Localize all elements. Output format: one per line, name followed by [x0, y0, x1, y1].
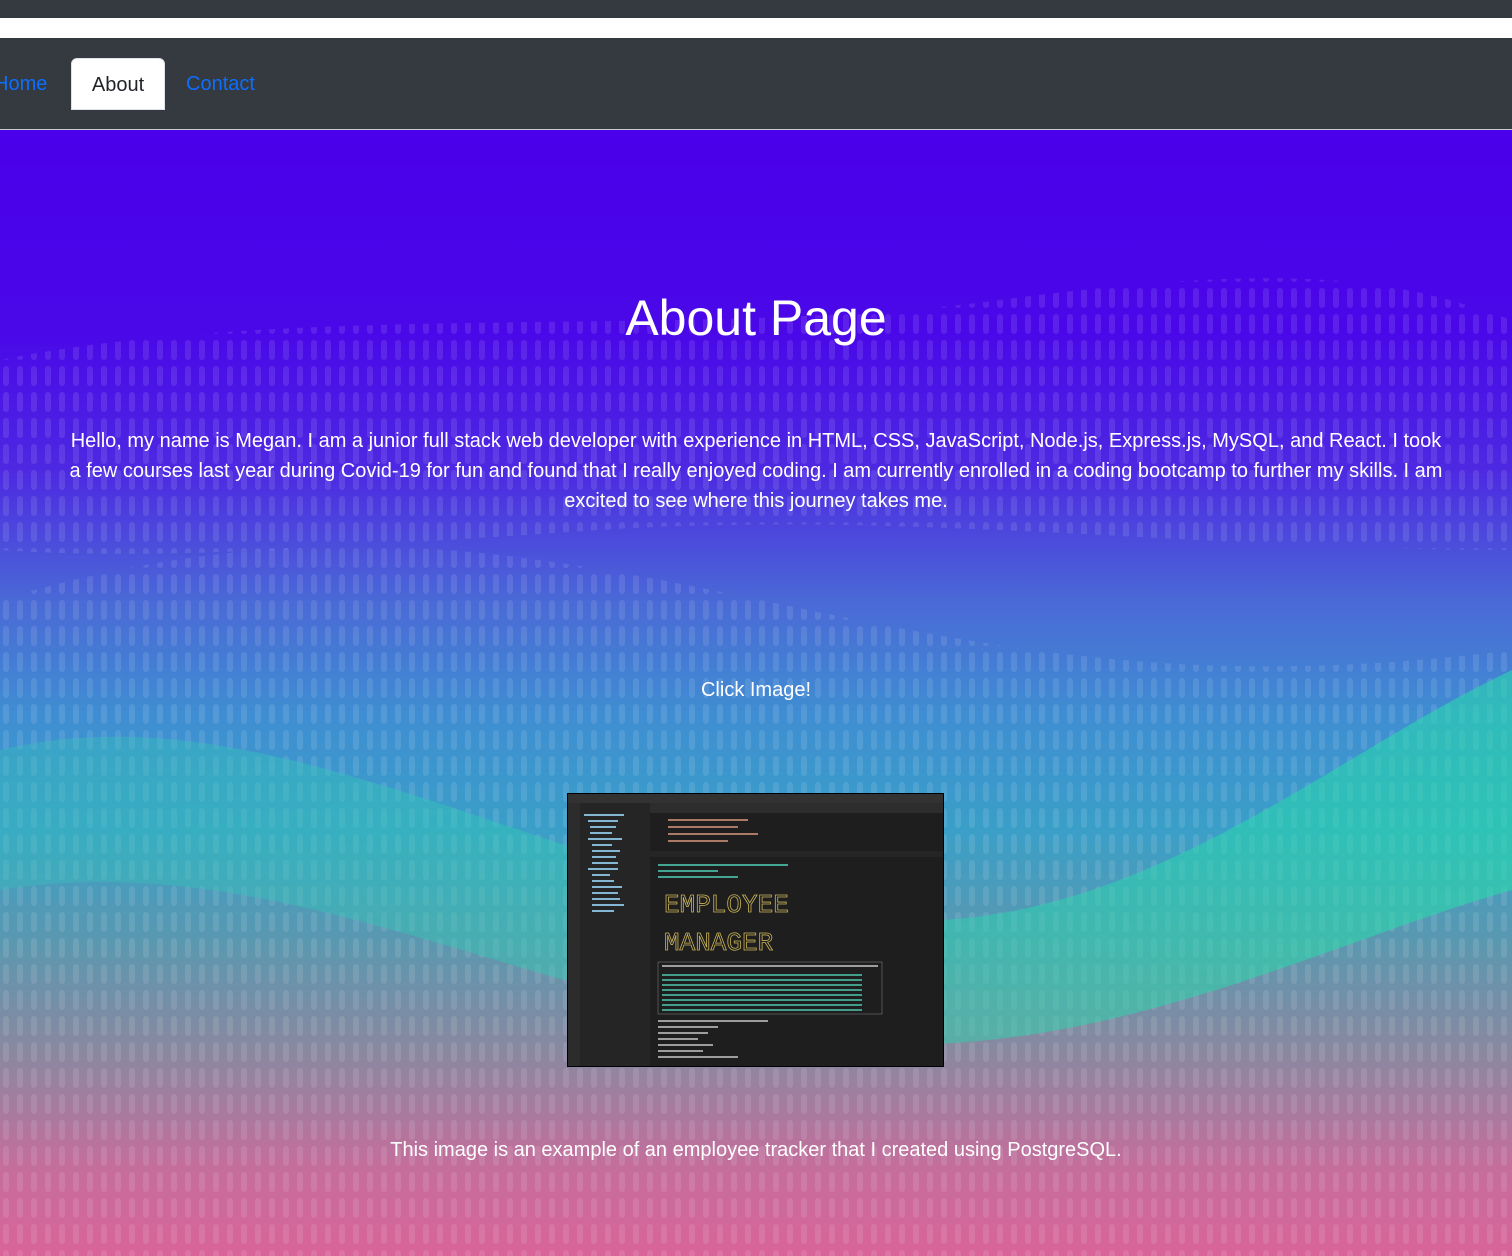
intro-paragraph: Hello, my name is Megan. I am a junior f… — [69, 430, 1443, 512]
project-screenshot[interactable]: EMPLOYEE MANAGER — [568, 794, 943, 1066]
nav-tab-contact[interactable]: Contact — [186, 58, 255, 110]
browser-top-strip — [0, 0, 1512, 18]
nav-tab-about[interactable]: About — [71, 58, 165, 110]
screenshot-banner-line2: MANAGER — [664, 928, 773, 958]
screenshot-banner-line1: EMPLOYEE — [664, 890, 789, 920]
about-hero: About Page Hello, my name is Megan. I am… — [0, 130, 1512, 1256]
nav-tab-home[interactable]: Home — [0, 58, 47, 110]
page-top-bar — [0, 18, 1512, 38]
page-title: About Page — [625, 290, 887, 346]
navbar: Home About Contact — [0, 38, 1512, 130]
click-image-prompt: Click Image! — [700, 679, 812, 701]
screenshot-caption: This image is an example of an employee … — [390, 1139, 1122, 1161]
employee-tracker-screenshot-image[interactable]: EMPLOYEE MANAGER — [568, 794, 943, 1066]
